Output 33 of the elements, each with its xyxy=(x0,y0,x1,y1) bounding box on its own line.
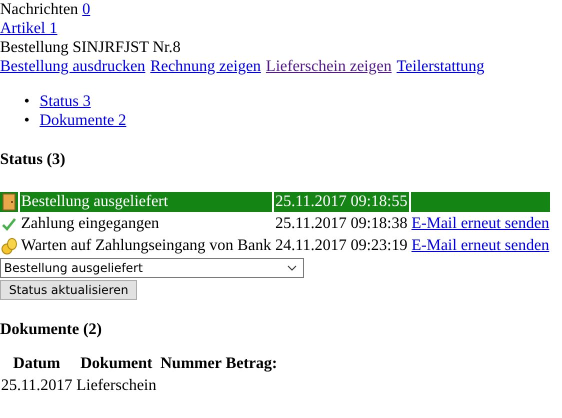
messages-count-link[interactable]: 0 xyxy=(82,1,90,18)
bullet: • xyxy=(24,111,30,130)
table-cell: Lieferschein xyxy=(75,376,158,396)
status-label: Zahlung eingegangen xyxy=(20,214,160,234)
status-label: Warten auf Zahlungseingang von Bank xyxy=(20,236,272,256)
status-time: 25.11.2017 09:18:38 xyxy=(274,214,408,234)
column-header: Datum xyxy=(12,354,62,374)
action-link[interactable]: Teilerstattung xyxy=(396,57,484,76)
messages-label: Nachrichten xyxy=(0,1,78,18)
resend-email-link[interactable]: E-Mail erneut senden xyxy=(412,237,550,254)
checkmark-icon xyxy=(1,216,17,232)
bullet: • xyxy=(24,92,30,111)
chevron-down-icon xyxy=(287,265,297,271)
documents-heading: Dokumente (2) xyxy=(0,321,103,339)
section-link[interactable]: Dokumente 2 xyxy=(40,111,126,130)
status-select[interactable]: Bestellung ausgeliefert xyxy=(0,258,304,278)
column-header: Nummer xyxy=(159,354,223,374)
status-time: 24.11.2017 09:23:19 xyxy=(274,236,408,256)
status-time: 25.11.2017 09:18:55 xyxy=(274,192,408,212)
column-header: Betrag: xyxy=(224,354,278,374)
action-link[interactable]: Lieferschein zeigen xyxy=(266,57,392,76)
section-link[interactable]: Status 3 xyxy=(40,92,91,111)
status-heading: Status (3) xyxy=(0,151,66,169)
article-link[interactable]: Artikel 1 xyxy=(0,20,58,37)
action-link[interactable]: Rechnung zeigen xyxy=(150,57,261,76)
table-cell: 25.11.2017 xyxy=(0,376,74,396)
update-status-button[interactable]: Status aktualisieren xyxy=(0,280,138,300)
action-link[interactable]: Bestellung ausdrucken xyxy=(0,57,146,76)
coins-icon xyxy=(1,237,17,255)
order-title: Bestellung SINJRFJST Nr.8 xyxy=(0,39,181,56)
status-label: Bestellung ausgeliefert xyxy=(20,192,272,212)
resend-email-link[interactable]: E-Mail erneut senden xyxy=(412,215,550,232)
column-header: Dokument xyxy=(79,354,154,374)
